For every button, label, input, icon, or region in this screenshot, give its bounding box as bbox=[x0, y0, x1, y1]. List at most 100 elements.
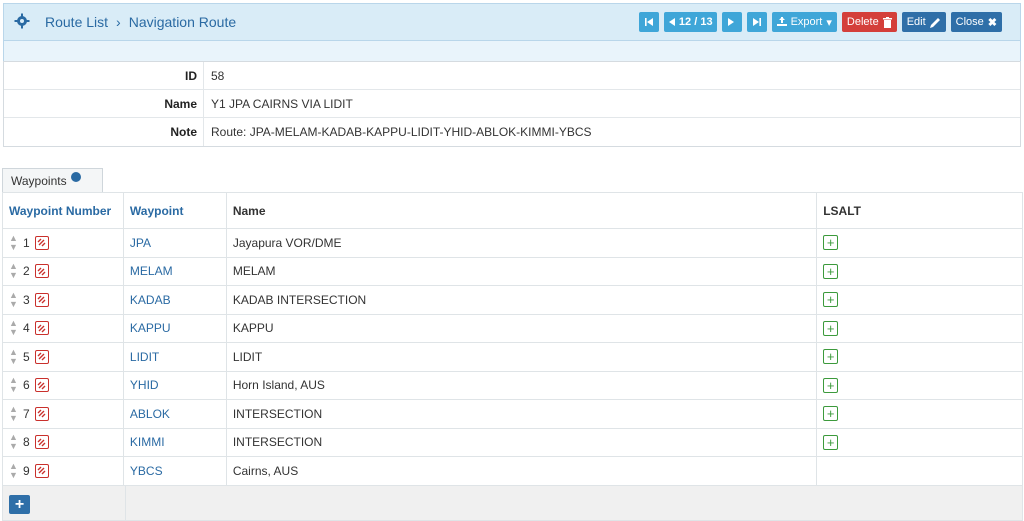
table-row[interactable]: ▲ ▼ 3 KADAB KADAB INTERSECTION + bbox=[2, 285, 1023, 315]
waypoint-number: 3 bbox=[23, 292, 30, 307]
waypoint-name: KAPPU bbox=[225, 313, 818, 343]
waypoint-number-cell: ▲ ▼ 1 bbox=[2, 228, 124, 258]
trash-icon bbox=[882, 16, 892, 28]
lsalt-cell: + bbox=[816, 313, 1023, 343]
id-label: ID bbox=[4, 62, 204, 89]
add-lsalt-icon[interactable]: + bbox=[823, 406, 839, 422]
waypoint-number-cell: ▲ ▼ 2 bbox=[2, 256, 124, 286]
detail-row-name: Name Y1 JPA CAIRNS VIA LIDIT bbox=[4, 90, 1020, 118]
delete-label: Delete bbox=[846, 16, 879, 28]
lsalt-cell bbox=[816, 456, 1023, 486]
export-label: Export bbox=[790, 16, 823, 28]
waypoint-number: 4 bbox=[23, 321, 30, 336]
last-page-button[interactable] bbox=[746, 12, 767, 32]
waypoint-name: INTERSECTION bbox=[225, 427, 818, 457]
tab-waypoints[interactable]: Waypoints bbox=[2, 168, 103, 192]
help-icon[interactable] bbox=[70, 171, 81, 182]
waypoint-name: MELAM bbox=[225, 256, 818, 286]
sort-handle-icon[interactable]: ▲ ▼ bbox=[9, 290, 18, 309]
sort-handle-icon[interactable]: ▲ ▼ bbox=[9, 262, 18, 280]
close-button[interactable]: Close ✖ bbox=[950, 12, 1002, 32]
sort-handle-icon[interactable]: ▲ ▼ bbox=[9, 319, 18, 337]
sort-handle-icon[interactable]: ▲ ▼ bbox=[9, 233, 18, 252]
waypoint-link[interactable]: KIMMI bbox=[122, 427, 227, 457]
waypoint-link[interactable]: KADAB bbox=[122, 285, 227, 315]
table-row[interactable]: ▲ ▼ 7 ABLOK INTERSECTION + bbox=[2, 399, 1023, 429]
waypoint-link[interactable]: YBCS bbox=[122, 456, 227, 486]
waypoint-link[interactable]: MELAM bbox=[122, 256, 227, 286]
sort-handle-icon[interactable]: ▲ ▼ bbox=[9, 433, 18, 451]
table-row[interactable]: ▲ ▼ 8 KIMMI INTERSECTION + bbox=[2, 427, 1023, 457]
unlink-icon[interactable] bbox=[34, 435, 49, 450]
table-row[interactable]: ▲ ▼ 2 MELAM MELAM + bbox=[2, 256, 1023, 286]
waypoint-link[interactable]: LIDIT bbox=[122, 342, 227, 372]
sort-handle-icon[interactable]: ▲ ▼ bbox=[9, 376, 18, 394]
unlink-icon[interactable] bbox=[34, 292, 49, 307]
add-waypoint-button[interactable]: + bbox=[9, 495, 30, 514]
table-header-row: Waypoint Number Waypoint Name LSALT bbox=[2, 192, 1023, 229]
add-lsalt-icon[interactable]: + bbox=[823, 349, 839, 365]
tab-waypoints-label: Waypoints bbox=[11, 173, 67, 188]
waypoint-name: LIDIT bbox=[225, 342, 818, 372]
page-title: Navigation Route bbox=[128, 14, 237, 30]
close-label: Close bbox=[955, 16, 984, 28]
unlink-icon[interactable] bbox=[34, 349, 49, 364]
unlink-icon[interactable] bbox=[34, 321, 49, 336]
table-row[interactable]: ▲ ▼ 6 YHID Horn Island, AUS + bbox=[2, 370, 1023, 400]
add-lsalt-icon[interactable]: + bbox=[823, 320, 839, 336]
waypoint-link[interactable]: JPA bbox=[122, 228, 227, 258]
table-row[interactable]: ▲ ▼ 1 JPA Jayapura VOR/DME + bbox=[2, 228, 1023, 258]
waypoint-number-cell: ▲ ▼ 5 bbox=[2, 342, 124, 372]
id-value: 58 bbox=[211, 68, 225, 83]
first-page-icon bbox=[644, 18, 653, 26]
col-header-waypoint-number[interactable]: Waypoint Number bbox=[2, 192, 124, 229]
waypoint-link[interactable]: KAPPU bbox=[122, 313, 227, 343]
lsalt-cell: + bbox=[816, 342, 1023, 372]
sort-handle-icon[interactable]: ▲ ▼ bbox=[9, 404, 18, 423]
export-button[interactable]: Export ▾ bbox=[771, 12, 837, 32]
waypoint-link[interactable]: YHID bbox=[122, 370, 227, 400]
sort-handle-icon[interactable]: ▲ ▼ bbox=[9, 461, 18, 480]
table-row[interactable]: ▲ ▼ 5 LIDIT LIDIT + bbox=[2, 342, 1023, 372]
sort-handle-icon[interactable]: ▲ ▼ bbox=[9, 347, 18, 366]
toolbar: 12 / 13 Export ▾ Delete Edit Close ✖ bbox=[638, 12, 1002, 32]
col-header-waypoint[interactable]: Waypoint bbox=[122, 192, 227, 229]
add-lsalt-icon[interactable]: + bbox=[823, 434, 839, 450]
detail-row-note: Note Route: JPA-MELAM-KADAB-KAPPU-LIDIT-… bbox=[4, 118, 1020, 146]
unlink-icon[interactable] bbox=[34, 378, 49, 393]
add-lsalt-icon[interactable]: + bbox=[823, 235, 839, 251]
waypoint-number: 2 bbox=[23, 264, 30, 279]
waypoint-number: 1 bbox=[23, 235, 30, 250]
waypoint-name: Jayapura VOR/DME bbox=[225, 228, 818, 258]
delete-button[interactable]: Delete bbox=[841, 12, 897, 32]
add-lsalt-icon[interactable]: + bbox=[823, 292, 839, 308]
table-row[interactable]: ▲ ▼ 9 YBCS Cairns, AUS bbox=[2, 456, 1023, 486]
waypoints-table: Waypoint Number Waypoint Name LSALT ▲ ▼ 1 J… bbox=[2, 192, 1023, 486]
unlink-icon[interactable] bbox=[34, 406, 49, 421]
export-icon bbox=[776, 17, 787, 26]
first-page-button[interactable] bbox=[638, 12, 659, 32]
waypoint-number: 9 bbox=[23, 463, 30, 478]
waypoint-number-cell: ▲ ▼ 6 bbox=[2, 370, 124, 400]
add-lsalt-icon[interactable]: + bbox=[823, 263, 839, 279]
add-icon: + bbox=[14, 495, 25, 513]
lsalt-cell: + bbox=[816, 285, 1023, 315]
table-row[interactable]: ▲ ▼ 4 KAPPU KAPPU + bbox=[2, 313, 1023, 343]
waypoint-link[interactable]: ABLOK bbox=[122, 399, 227, 429]
add-lsalt-icon[interactable]: + bbox=[823, 377, 839, 393]
lsalt-cell: + bbox=[816, 370, 1023, 400]
waypoint-number-cell: ▲ ▼ 4 bbox=[2, 313, 124, 343]
lsalt-cell: + bbox=[816, 256, 1023, 286]
footer-divider bbox=[125, 486, 126, 521]
gear-icon[interactable] bbox=[14, 13, 30, 29]
next-page-button[interactable] bbox=[721, 12, 742, 32]
breadcrumb-route-list[interactable]: Route List bbox=[45, 14, 108, 30]
unlink-icon[interactable] bbox=[34, 264, 49, 279]
unlink-icon[interactable] bbox=[34, 463, 49, 478]
prev-page-icon[interactable] bbox=[668, 18, 675, 26]
waypoint-name: Cairns, AUS bbox=[225, 456, 818, 486]
waypoint-number-cell: ▲ ▼ 9 bbox=[2, 456, 124, 486]
edit-button[interactable]: Edit bbox=[901, 12, 946, 32]
unlink-icon[interactable] bbox=[34, 235, 49, 250]
waypoint-name: KADAB INTERSECTION bbox=[225, 285, 818, 315]
